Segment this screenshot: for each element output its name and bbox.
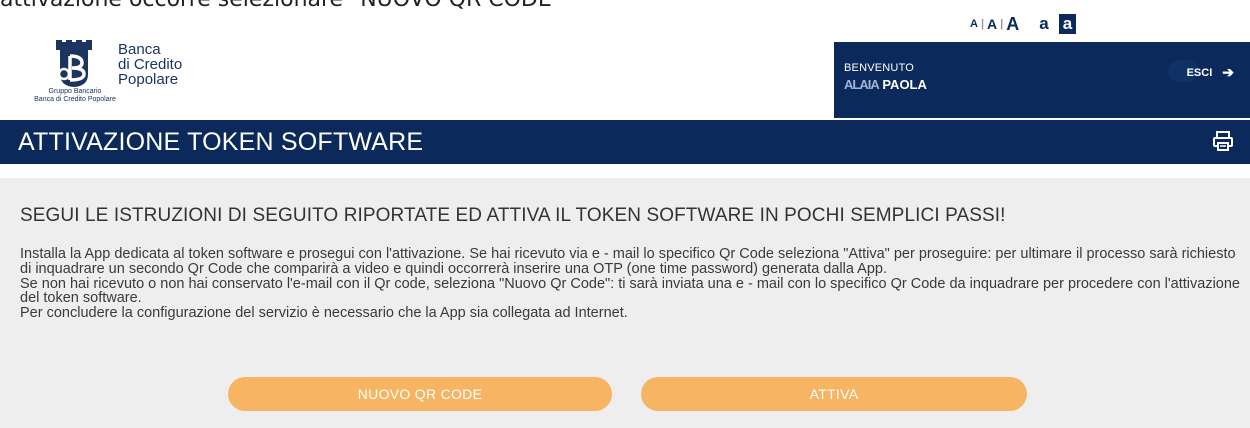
bank-name-line1: Banca <box>118 41 161 58</box>
activate-button[interactable]: ATTIVA <box>641 377 1027 411</box>
bank-group-label: Gruppo Bancario Banca di Credito Popolar… <box>30 88 120 104</box>
instruction-paragraph: Per concludere la configurazione del ser… <box>20 305 628 322</box>
bank-group-line1: Gruppo Bancario <box>48 88 102 95</box>
bank-logo[interactable]: Banca di Credito Popolare Gruppo Bancari… <box>30 38 210 110</box>
user-name-redacted: ALAIA <box>844 77 880 92</box>
font-size-medium-button[interactable]: A <box>985 16 999 32</box>
bank-name: Banca di Credito Popolare <box>118 42 182 87</box>
contrast-controls: a a <box>1035 14 1077 34</box>
user-first-name: PAOLA <box>882 77 927 92</box>
logout-label: ESCI <box>1186 66 1213 79</box>
page-title-bar: ATTIVAZIONE TOKEN SOFTWARE <box>0 120 1250 164</box>
instructions-text: Installa la App dedicata al token softwa… <box>20 247 1245 321</box>
contrast-high-button[interactable]: a <box>1058 14 1077 34</box>
instructions-heading: SEGUI LE ISTRUZIONI DI SEGUITO RIPORTATE… <box>20 205 1006 226</box>
instruction-paragraph: Installa la App dedicata al token softwa… <box>20 246 1236 277</box>
contrast-normal-button[interactable]: a <box>1035 14 1052 34</box>
bank-name-line3: Popolare <box>118 71 179 88</box>
bank-logo-icon <box>56 40 92 87</box>
page-title: ATTIVAZIONE TOKEN SOFTWARE <box>18 128 424 156</box>
user-name: ALAIA PAOLA <box>844 77 927 92</box>
bank-name-line2: di Credito <box>118 56 183 73</box>
main-content: SEGUI LE ISTRUZIONI DI SEGUITO RIPORTATE… <box>0 178 1250 428</box>
new-qr-code-button[interactable]: NUOVO QR CODE <box>228 377 612 411</box>
font-size-large-button[interactable]: A <box>1004 14 1021 35</box>
font-size-small-button[interactable]: A <box>968 18 980 30</box>
instruction-paragraph: Se non hai ricevuto o non hai conservato… <box>20 275 1240 307</box>
logout-button[interactable]: ESCI ➔ <box>1187 64 1234 81</box>
print-icon[interactable] <box>1212 130 1234 152</box>
top-caption: attivazione occorre selezionare "NUOVO Q… <box>0 0 562 12</box>
arrow-right-icon: ➔ <box>1222 64 1234 80</box>
bank-group-line2: Banca di Credito Popolare <box>34 96 116 103</box>
font-size-controls: A | A | A a a <box>968 12 1077 36</box>
user-panel: BENVENUTO ALAIA PAOLA ESCI ➔ <box>834 42 1250 118</box>
welcome-label: BENVENUTO <box>844 62 915 74</box>
